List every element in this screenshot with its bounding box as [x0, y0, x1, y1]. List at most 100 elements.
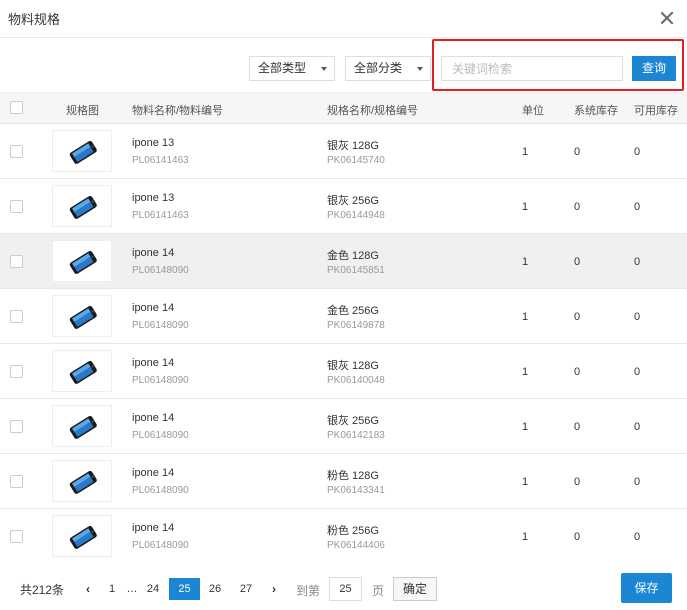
table-row[interactable]: ipone 13 PL06141463 银灰 256G PK06144948 1… [0, 179, 687, 234]
unit-value: 1 [522, 201, 529, 213]
row-checkbox[interactable] [10, 200, 23, 213]
unit-value: 1 [522, 366, 529, 378]
row-checkbox[interactable] [10, 365, 23, 378]
category-filter-label: 全部分类 [354, 61, 403, 75]
table-row[interactable]: ipone 14 PL06148090 粉色 128G PK06143341 1… [0, 454, 687, 509]
unit-value: 1 [522, 256, 529, 268]
material-name: ipone 14 [132, 467, 175, 479]
spec-thumbnail [52, 240, 112, 282]
table-row[interactable]: ipone 14 PL06148090 银灰 256G PK06142183 1… [0, 399, 687, 454]
unit-value: 1 [522, 311, 529, 323]
spec-code: PK06145740 [327, 155, 385, 166]
row-checkbox[interactable] [10, 145, 23, 158]
table-row[interactable]: ipone 14 PL06148090 粉色 256G PK06144406 1… [0, 509, 687, 563]
dialog-header: 物料规格 [0, 0, 687, 38]
material-name: ipone 13 [132, 192, 175, 204]
column-header-system-stock: 系统库存 [574, 105, 618, 117]
table-row[interactable]: ipone 13 PL06141463 银灰 128G PK06145740 1… [0, 124, 687, 179]
page-first[interactable]: 1 [105, 578, 119, 600]
caret-down-icon [321, 67, 327, 71]
spec-code: PK06142183 [327, 430, 385, 441]
available-stock-value: 0 [634, 201, 641, 213]
spec-name: 银灰 256G [327, 195, 379, 207]
spec-thumbnail [52, 350, 112, 392]
system-stock-value: 0 [574, 311, 581, 323]
material-name: ipone 13 [132, 137, 175, 149]
available-stock-value: 0 [634, 256, 641, 268]
column-header-spec: 规格名称/规格编号 [327, 105, 419, 117]
available-stock-value: 0 [634, 476, 641, 488]
material-name: ipone 14 [132, 302, 175, 314]
spec-name: 粉色 256G [327, 525, 379, 537]
material-code: PL06148090 [132, 540, 189, 551]
query-button[interactable]: 查询 [632, 56, 676, 81]
spec-name: 银灰 128G [327, 360, 379, 372]
spec-name: 银灰 128G [327, 140, 379, 152]
phone-image [69, 525, 97, 549]
save-button[interactable]: 保存 [621, 573, 672, 603]
next-page-button[interactable]: › [268, 578, 280, 600]
column-header-material: 物料名称/物料编号 [132, 105, 224, 117]
table-row[interactable]: ipone 14 PL06148090 金色 256G PK06149878 1… [0, 289, 687, 344]
row-checkbox[interactable] [10, 420, 23, 433]
material-code: PL06148090 [132, 375, 189, 386]
spec-thumbnail [52, 405, 112, 447]
goto-page-input[interactable]: 25 [329, 577, 362, 601]
available-stock-value: 0 [634, 311, 641, 323]
system-stock-value: 0 [574, 366, 581, 378]
phone-image [69, 140, 97, 164]
table-header: 规格图 物料名称/物料编号 规格名称/规格编号 单位 系统库存 可用库存 [0, 92, 687, 124]
material-name: ipone 14 [132, 412, 175, 424]
phone-image [69, 415, 97, 439]
spec-code: PK06140048 [327, 375, 385, 386]
spec-thumbnail [52, 295, 112, 337]
close-icon[interactable] [659, 9, 675, 27]
system-stock-value: 0 [574, 531, 581, 543]
page-27[interactable]: 27 [235, 578, 257, 600]
spec-code: PK06149878 [327, 320, 385, 331]
spec-name: 粉色 128G [327, 470, 379, 482]
total-count: 共212条 [20, 583, 65, 597]
phone-image [69, 195, 97, 219]
material-code: PL06148090 [132, 430, 189, 441]
phone-image [69, 470, 97, 494]
spec-thumbnail [52, 515, 112, 557]
select-all-checkbox[interactable] [10, 101, 23, 114]
spec-thumbnail [52, 185, 112, 227]
table-body: ipone 13 PL06141463 银灰 128G PK06145740 1… [0, 124, 687, 563]
type-filter-label: 全部类型 [258, 61, 307, 75]
column-header-available-stock: 可用库存 [634, 105, 678, 117]
material-code: PL06148090 [132, 265, 189, 276]
unit-value: 1 [522, 476, 529, 488]
page-24[interactable]: 24 [142, 578, 164, 600]
spec-code: PK06143341 [327, 485, 385, 496]
dialog-footer: 共212条 ‹ 1 … 24 25 26 27 › 到第 25 页 确定 保存 [0, 563, 687, 610]
row-checkbox[interactable] [10, 475, 23, 488]
page-26[interactable]: 26 [204, 578, 226, 600]
system-stock-value: 0 [574, 476, 581, 488]
row-checkbox[interactable] [10, 310, 23, 323]
row-checkbox[interactable] [10, 255, 23, 268]
column-header-unit: 单位 [522, 105, 544, 117]
available-stock-value: 0 [634, 531, 641, 543]
material-code: PL06148090 [132, 320, 189, 331]
spec-code: PK06144406 [327, 540, 385, 551]
spec-name: 金色 256G [327, 305, 379, 317]
page-25-current[interactable]: 25 [169, 578, 200, 600]
available-stock-value: 0 [634, 421, 641, 433]
phone-image [69, 250, 97, 274]
unit-value: 1 [522, 146, 529, 158]
system-stock-value: 0 [574, 421, 581, 433]
keyword-search-input[interactable] [441, 56, 623, 81]
material-code: PL06141463 [132, 155, 189, 166]
goto-confirm-button[interactable]: 确定 [393, 577, 437, 601]
unit-value: 1 [522, 421, 529, 433]
spec-thumbnail [52, 130, 112, 172]
row-checkbox[interactable] [10, 530, 23, 543]
goto-label: 到第 [296, 584, 321, 598]
prev-page-button[interactable]: ‹ [82, 578, 94, 600]
table-row[interactable]: ipone 14 PL06148090 银灰 128G PK06140048 1… [0, 344, 687, 399]
category-filter-select[interactable]: 全部分类 [345, 56, 431, 81]
table-row[interactable]: ipone 14 PL06148090 金色 128G PK06145851 1… [0, 234, 687, 289]
type-filter-select[interactable]: 全部类型 [249, 56, 335, 81]
